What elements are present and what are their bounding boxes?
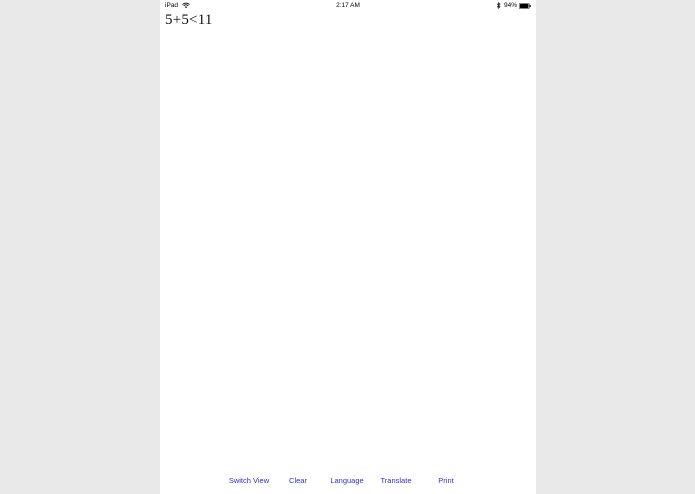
status-bar: iPad 2:17 AM 94% — [160, 0, 536, 11]
clear-button[interactable]: Clear — [289, 476, 307, 485]
app-screen: iPad 2:17 AM 94% 5+5<11 Switch View Clea… — [160, 0, 536, 494]
status-right: 94% — [496, 0, 531, 11]
bottom-toolbar: Switch View Clear Language Translate Pri… — [160, 476, 536, 490]
print-button[interactable]: Print — [438, 476, 453, 485]
math-expression: 5+5<11 — [165, 12, 213, 28]
bluetooth-icon — [496, 2, 501, 9]
language-button[interactable]: Language — [330, 476, 363, 485]
battery-percent: 94% — [503, 2, 517, 9]
translate-button[interactable]: Translate — [381, 476, 412, 485]
switch-view-button[interactable]: Switch View — [229, 476, 269, 485]
battery-icon — [519, 2, 531, 9]
status-time: 2:17 AM — [336, 2, 360, 9]
